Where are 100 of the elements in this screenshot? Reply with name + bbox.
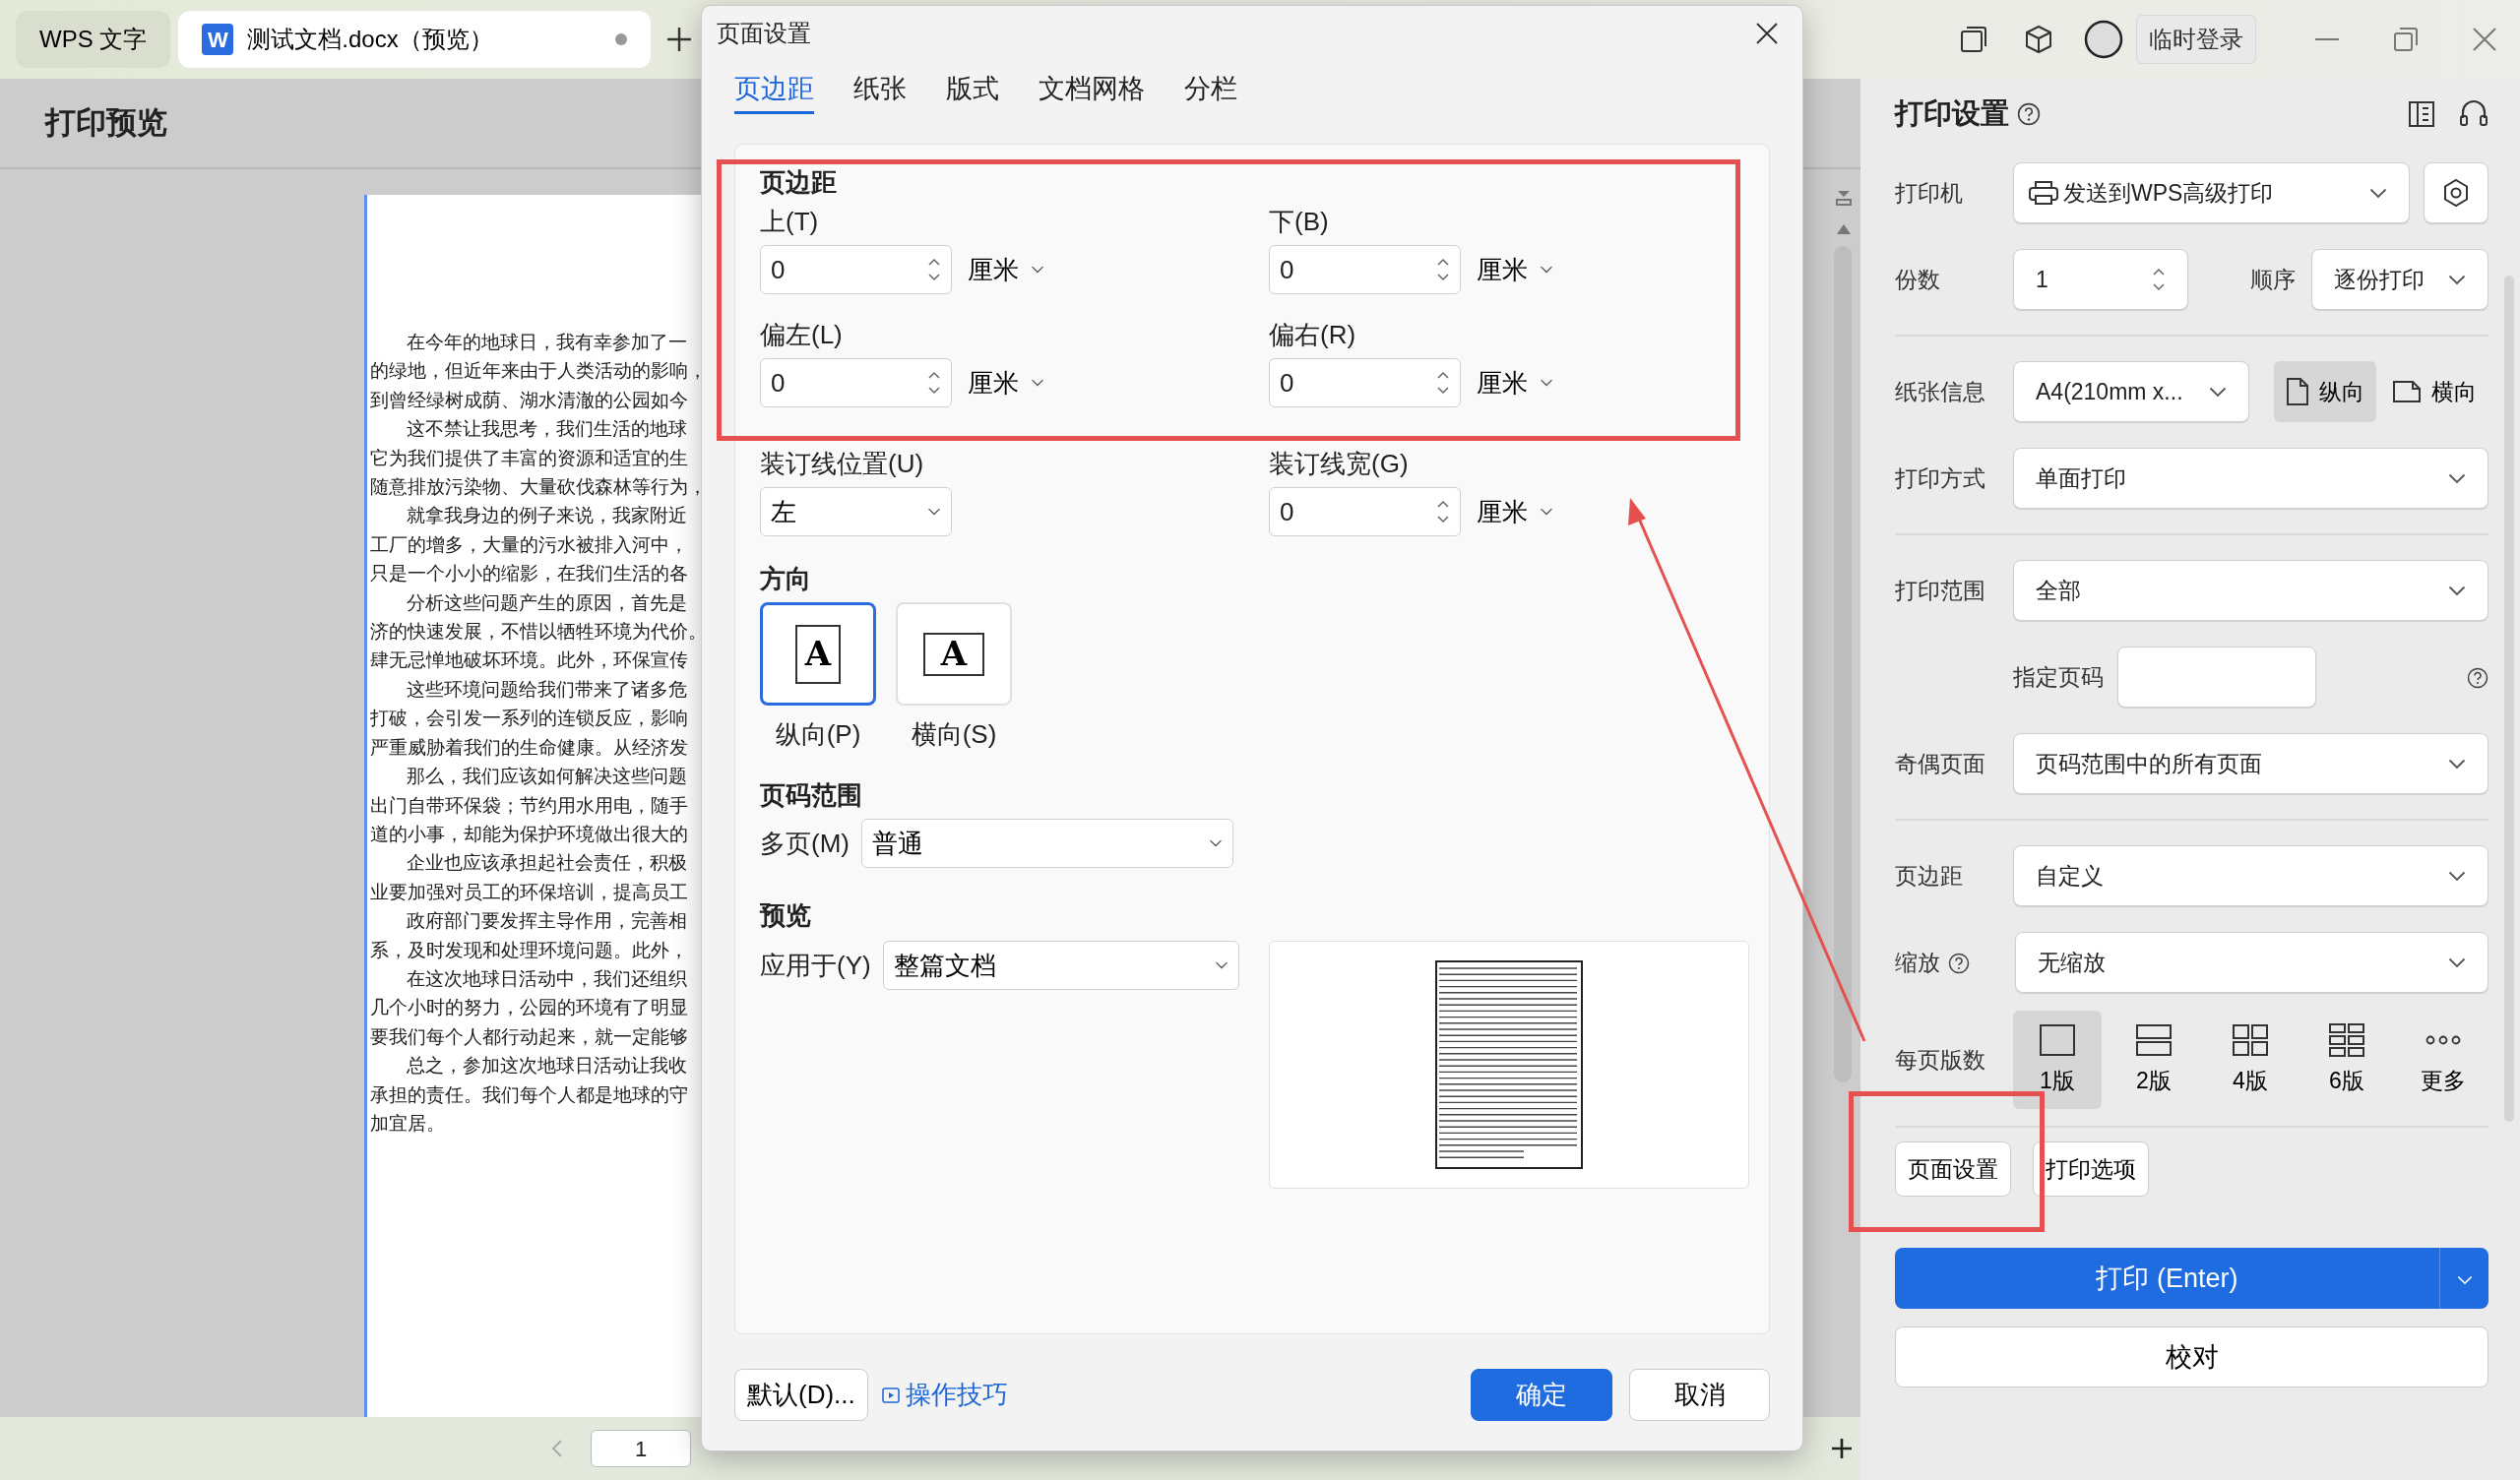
section-heading: 预览 xyxy=(760,898,812,932)
option-button[interactable]: 页面设置 xyxy=(1895,1141,2011,1197)
pages-per-sheet-option[interactable]: 6版 xyxy=(2302,1011,2391,1109)
setting-dropdown[interactable]: 无缩放 xyxy=(2015,932,2488,993)
option-button[interactable]: 打印选项 xyxy=(2033,1141,2149,1197)
field-label: 多页(M) xyxy=(760,827,850,860)
apply-to-dropdown[interactable]: 整篇文档 xyxy=(882,941,1239,990)
orientation-label: 横向(S) xyxy=(911,718,997,751)
orientation-toggle[interactable]: 纵向 xyxy=(2274,361,2376,422)
gutter-dropdown[interactable]: 左 xyxy=(760,487,952,536)
chevron-down-icon xyxy=(1031,379,1044,387)
layout-panel-icon[interactable] xyxy=(2408,100,2435,128)
dialog-tab[interactable]: 页边距 xyxy=(734,67,814,114)
number-field[interactable]: 0 xyxy=(1269,487,1461,536)
dialog-tab[interactable]: 分栏 xyxy=(1184,67,1237,114)
field-label: 应用于(Y) xyxy=(760,949,871,982)
default-button[interactable]: 默认(D)... xyxy=(734,1369,868,1421)
setting-dropdown[interactable]: 页码范围中的所有页面 xyxy=(2013,733,2488,794)
app-tab[interactable]: WPS 文字 xyxy=(16,11,171,68)
page-range-field[interactable] xyxy=(2117,647,2316,708)
chevron-down-icon xyxy=(2456,1274,2473,1285)
orientation-option[interactable]: A xyxy=(760,602,876,706)
orientation-label: 纵向(P) xyxy=(775,718,861,751)
document-text-line: 的绿地，但近年来由于人类活动的影响， xyxy=(370,359,707,384)
pages-per-sheet-option[interactable]: 1版 xyxy=(2013,1011,2102,1109)
ok-button[interactable]: 确定 xyxy=(1471,1369,1612,1421)
play-icon xyxy=(881,1386,900,1404)
cancel-button[interactable]: 取消 xyxy=(1629,1369,1770,1421)
unit-dropdown[interactable]: 厘米 xyxy=(1471,249,1559,290)
unit-dropdown[interactable]: 厘米 xyxy=(1471,491,1559,532)
portrait-page-icon xyxy=(2286,377,2309,406)
setting-dropdown[interactable]: 单面打印 xyxy=(2013,448,2488,509)
pages-per-sheet-option[interactable]: 4版 xyxy=(2206,1011,2295,1109)
tips-link[interactable]: 操作技巧 xyxy=(881,1376,1008,1414)
six-pages-icon xyxy=(2327,1021,2366,1058)
document-text-line: 打破，会引发一系列的连锁反应，影响 xyxy=(370,707,688,731)
login-button[interactable]: 临时登录 xyxy=(2136,15,2256,64)
dialog-tab[interactable]: 版式 xyxy=(946,67,999,114)
setting-dropdown[interactable]: 全部 xyxy=(2013,560,2488,621)
page-range-dropdown[interactable]: 普通 xyxy=(861,819,1233,868)
chevron-down-icon xyxy=(2369,187,2387,199)
section-heading: 页码范围 xyxy=(760,778,863,812)
setting-dropdown[interactable]: 自定义 xyxy=(2013,845,2488,906)
document-text-line: 到曾经绿树成荫、湖水清澈的公园如今 xyxy=(370,388,688,412)
scroll-up-icon[interactable] xyxy=(1837,224,1851,234)
setting-label: 顺序 xyxy=(2250,265,2296,294)
document-text-line: 几个小时的努力，公园的环境有了明显 xyxy=(370,996,688,1020)
help-icon[interactable] xyxy=(1948,952,1970,974)
pages-per-sheet-option[interactable]: 更多 xyxy=(2399,1011,2488,1109)
landscape-page-icon xyxy=(2392,380,2422,403)
chevron-down-icon xyxy=(1540,508,1553,516)
orientation-option[interactable]: A xyxy=(896,602,1012,706)
document-text-line: 这不禁让我思考，我们生活的地球 xyxy=(406,417,687,442)
document-text-line: 就拿我身边的例子来说，我家附近 xyxy=(406,504,687,528)
scrollbar-thumb[interactable] xyxy=(1834,246,1852,1082)
paper-dropdown[interactable]: A4(210mm x... xyxy=(2013,361,2249,422)
dialog-tab[interactable]: 纸张 xyxy=(853,67,907,114)
restore-icon[interactable] xyxy=(2394,28,2418,51)
number-field[interactable]: 0 xyxy=(1269,245,1461,294)
number-field[interactable]: 0 xyxy=(760,358,952,407)
document-text-line: 总之，参加这次地球日活动让我收 xyxy=(406,1054,687,1079)
add-tab-icon[interactable] xyxy=(666,27,693,52)
number-field[interactable]: 0 xyxy=(1269,358,1461,407)
settings-button[interactable] xyxy=(2424,162,2488,223)
help-icon[interactable] xyxy=(2017,102,2041,127)
document-text-line: 济的快速发展，不惜以牺牲环境为代价。 xyxy=(370,620,707,645)
page-jump-icon[interactable] xyxy=(1835,189,1853,207)
document-tab[interactable]: W 测试文档.docx（预览） xyxy=(178,11,652,68)
cube-icon[interactable] xyxy=(2024,25,2053,54)
add-icon[interactable] xyxy=(1831,1438,1853,1459)
chevron-down-icon xyxy=(2448,274,2466,285)
order-dropdown[interactable]: 逐份打印 xyxy=(2311,249,2488,310)
printer-icon xyxy=(2028,180,2059,206)
document-text-line: 工厂的增多，大量的污水被排入河中， xyxy=(370,532,688,557)
proofread-button[interactable]: 校对 xyxy=(1895,1326,2488,1388)
field-label: 偏左(L) xyxy=(760,319,843,351)
chevron-down-icon xyxy=(2448,870,2466,882)
window-icon[interactable] xyxy=(1960,26,1987,53)
orientation-toggle[interactable]: 横向 xyxy=(2380,361,2488,422)
document-text-line: 要我们每个人都行动起来，就一定能够 xyxy=(370,1024,688,1049)
close-icon[interactable] xyxy=(1756,23,1778,44)
help-icon[interactable] xyxy=(2467,666,2488,689)
unit-dropdown[interactable]: 厘米 xyxy=(1471,362,1559,403)
printer-dropdown[interactable]: 发送到WPS高级打印 xyxy=(2013,162,2410,223)
dialog-tab[interactable]: 文档网格 xyxy=(1039,67,1145,114)
page-number-field[interactable]: 1 xyxy=(591,1430,691,1467)
document-text-line: 系，及时发现和处理环境问题。此外， xyxy=(370,938,688,962)
pages-per-sheet-option[interactable]: 2版 xyxy=(2110,1011,2198,1109)
setting-label: 奇偶页面 xyxy=(1895,749,1986,778)
unit-dropdown[interactable]: 厘米 xyxy=(962,249,1050,290)
document-text-line: 加宜居。 xyxy=(370,1111,445,1136)
document-text-line: 随意排放污染物、大量砍伐森林等行为， xyxy=(370,475,707,500)
document-text-line: 分析这些问题产生的原因，首先是 xyxy=(406,590,687,615)
unit-dropdown[interactable]: 厘米 xyxy=(962,362,1050,403)
minimize-icon[interactable] xyxy=(2315,37,2339,41)
four-pages-icon xyxy=(2231,1021,2270,1058)
preview-title: 打印预览 xyxy=(45,103,167,142)
avatar-icon[interactable] xyxy=(2084,20,2123,59)
copies-field[interactable]: 1 xyxy=(2013,249,2188,310)
number-field[interactable]: 0 xyxy=(760,245,952,294)
